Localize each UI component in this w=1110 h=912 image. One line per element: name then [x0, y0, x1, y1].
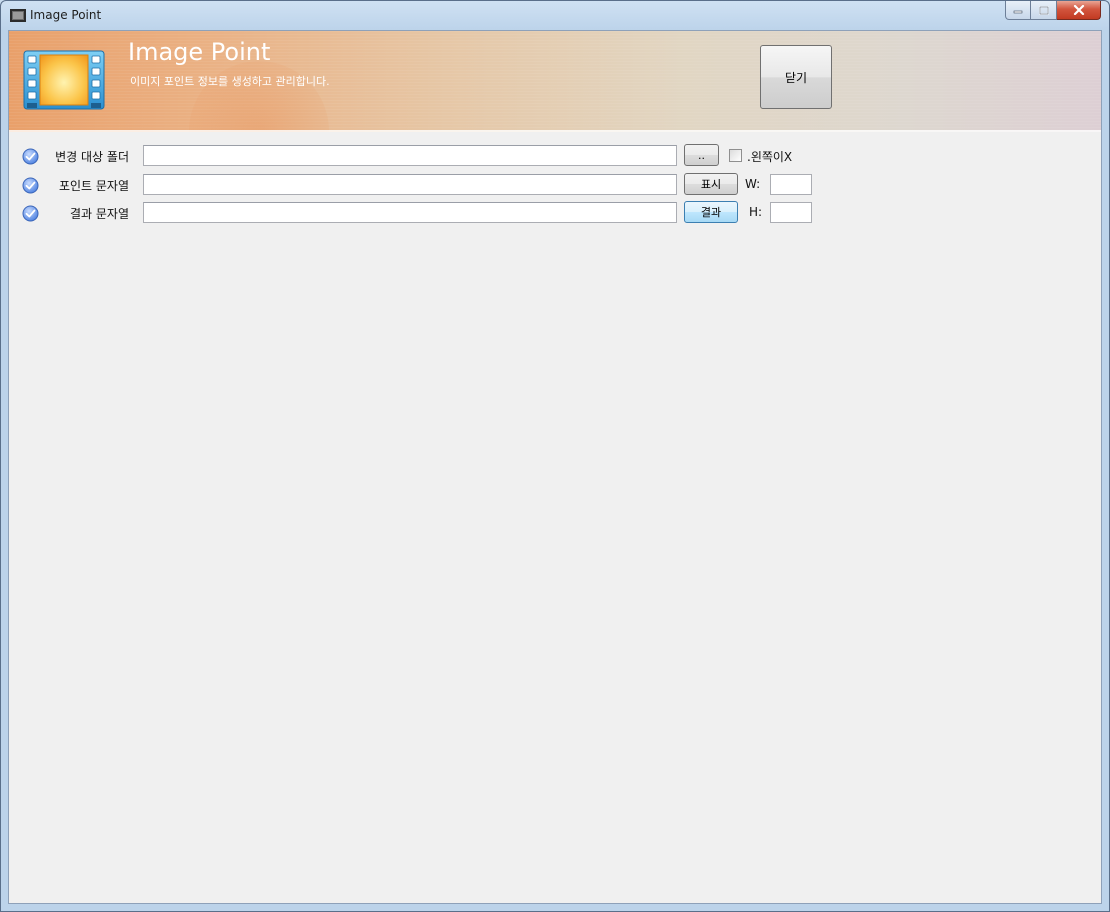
- close-icon: [1073, 5, 1084, 15]
- header-title: Image Point: [128, 38, 271, 66]
- app-window: Image Point Image Point 이미지 포인트 정보를 생성하고…: [0, 0, 1110, 912]
- show-button[interactable]: 표시: [684, 173, 738, 195]
- form-row-result-string: 결과 문자열 결과 H:: [9, 201, 1101, 225]
- target-folder-label: 변경 대상 폴더: [55, 150, 129, 164]
- height-input[interactable]: [770, 202, 812, 223]
- minimize-icon: [1013, 10, 1023, 14]
- left-x-checkbox-label[interactable]: .왼쪽이X: [747, 148, 792, 165]
- header-banner: Image Point 이미지 포인트 정보를 생성하고 관리합니다. 닫기: [9, 31, 1101, 132]
- window-title: Image Point: [30, 8, 102, 22]
- close-button[interactable]: 닫기: [760, 45, 832, 109]
- form-row-target-folder: 변경 대상 폴더 .. .왼쪽이X: [9, 144, 1101, 168]
- window-close-button[interactable]: [1057, 1, 1101, 20]
- result-string-input[interactable]: [143, 202, 677, 223]
- point-string-input[interactable]: [143, 174, 677, 195]
- result-string-label: 결과 문자열: [69, 207, 129, 221]
- maximize-icon: [1038, 5, 1049, 15]
- header-glow-decoration: [189, 61, 329, 132]
- title-bar[interactable]: Image Point: [1, 1, 1109, 29]
- point-string-label: 포인트 문자열: [58, 179, 129, 193]
- caption-buttons: [1005, 1, 1101, 21]
- maximize-button[interactable]: [1031, 1, 1057, 20]
- check-circle-icon: [22, 177, 39, 194]
- target-folder-input[interactable]: [143, 145, 677, 166]
- header-subtitle: 이미지 포인트 정보를 생성하고 관리합니다.: [130, 75, 330, 88]
- check-circle-icon: [22, 148, 39, 165]
- film-strip-icon: [23, 50, 105, 110]
- width-label: W:: [745, 177, 761, 191]
- height-label: H:: [749, 205, 763, 219]
- client-area: Image Point 이미지 포인트 정보를 생성하고 관리합니다. 닫기 변…: [8, 30, 1102, 904]
- check-circle-icon: [22, 205, 39, 222]
- left-x-checkbox[interactable]: [729, 149, 742, 162]
- app-film-icon: [10, 9, 26, 22]
- result-button[interactable]: 결과: [684, 201, 738, 223]
- form-row-point-string: 포인트 문자열 표시 W:: [9, 173, 1101, 197]
- browse-folder-button[interactable]: ..: [684, 144, 719, 166]
- width-input[interactable]: [770, 174, 812, 195]
- header-divider: [9, 130, 1101, 132]
- minimize-button[interactable]: [1005, 1, 1031, 20]
